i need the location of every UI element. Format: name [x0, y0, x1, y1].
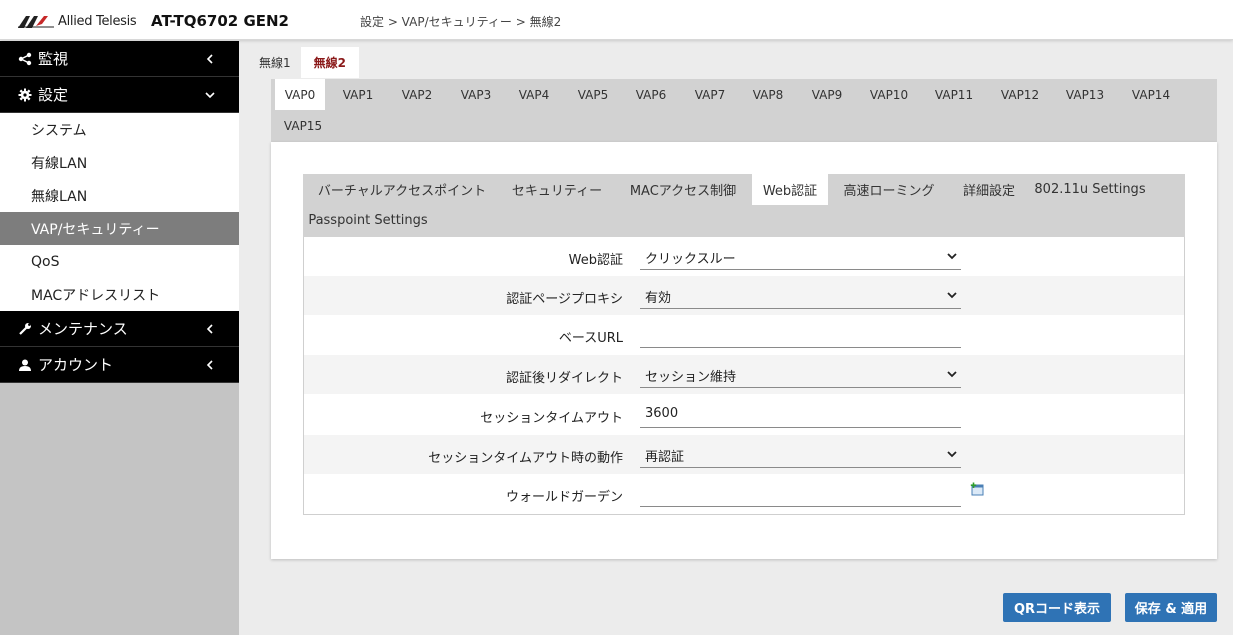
sidebar-item-maintenance[interactable]: メンテナンス: [0, 311, 239, 347]
redirect-label: 認証後リダイレクト: [505, 371, 623, 386]
tab-vap3[interactable]: VAP3: [453, 79, 499, 110]
session-timeout-input[interactable]: 3600: [640, 401, 961, 428]
tab-vap12[interactable]: VAP12: [994, 79, 1046, 110]
tab-passpoint-settings[interactable]: Passpoint Settings: [308, 205, 427, 236]
sidebar-item-label: 設定: [38, 86, 69, 104]
chevron-left-icon: [203, 358, 217, 372]
tab-vap13[interactable]: VAP13: [1059, 79, 1111, 110]
tab-vap1[interactable]: VAP1: [335, 79, 381, 110]
tab-vap9[interactable]: VAP9: [804, 79, 850, 110]
gear-icon: [16, 88, 34, 102]
tab-vap4[interactable]: VAP4: [511, 79, 557, 110]
timeout-action-value: 再認証: [645, 450, 685, 465]
tab-80211u-settings[interactable]: 802.11u Settings: [1034, 174, 1145, 205]
sidebar-item-monitor[interactable]: 監視: [0, 41, 239, 77]
sidebar: 監視 設定 システム 有線LAN 無線LAN VAP/セキュリティー QoS M…: [0, 41, 239, 635]
form-row-base-url: ベースURL: [304, 315, 1184, 354]
breadcrumb: 設定 > VAP/セキュリティー > 無線2: [360, 15, 562, 29]
tab-vap5[interactable]: VAP5: [570, 79, 616, 110]
web-auth-form: Web認証 クリックスルー 認証ページプロキシ 有効 ベースURL 認証後リダイ…: [303, 237, 1185, 515]
auth-proxy-label: 認証ページプロキシ: [506, 292, 623, 307]
radio-tabs: 無線1 無線2: [249, 47, 359, 78]
sidebar-item-label: 監視: [38, 50, 69, 68]
vap-tab-bar: VAP0 VAP1 VAP2 VAP3 VAP4 VAP5 VAP6 VAP7 …: [271, 79, 1217, 142]
tab-vap2[interactable]: VAP2: [394, 79, 440, 110]
auth-proxy-value: 有効: [645, 291, 672, 306]
chevron-down-icon: [947, 451, 957, 458]
form-row-auth-proxy: 認証ページプロキシ 有効: [304, 276, 1184, 315]
tab-advanced[interactable]: 詳細設定: [955, 174, 1023, 205]
chevron-down-icon: [947, 253, 957, 260]
tab-security[interactable]: セキュリティー: [503, 174, 611, 205]
sidebar-item-mac-address-list[interactable]: MACアドレスリスト: [0, 278, 239, 311]
tab-vap11[interactable]: VAP11: [928, 79, 980, 110]
timeout-action-select[interactable]: 再認証: [640, 441, 961, 468]
save-apply-button[interactable]: 保存 & 適用: [1125, 593, 1217, 622]
form-row-timeout-action: セッションタイムアウト時の動作 再認証: [304, 435, 1184, 474]
tab-radio2[interactable]: 無線2: [300, 47, 359, 78]
walled-garden-input[interactable]: [640, 480, 961, 507]
tab-web-auth[interactable]: Web認証: [752, 174, 828, 205]
base-url-label: ベースURL: [558, 331, 623, 346]
chevron-down-icon: [203, 88, 217, 102]
base-url-input[interactable]: [640, 321, 961, 348]
sidebar-item-vap-security[interactable]: VAP/セキュリティー: [0, 212, 239, 245]
wrench-icon: [16, 322, 34, 336]
tab-vap14[interactable]: VAP14: [1125, 79, 1177, 110]
web-auth-value: クリックスルー: [645, 252, 736, 267]
qr-code-button[interactable]: QRコード表示: [1003, 593, 1111, 622]
form-row-walled-garden: ウォールドガーデン: [304, 474, 1184, 513]
sidebar-item-system[interactable]: システム: [0, 113, 239, 146]
web-auth-select[interactable]: クリックスルー: [640, 243, 961, 270]
sidebar-item-account[interactable]: アカウント: [0, 347, 239, 383]
top-header: Allied Telesis AT-TQ6702 GEN2 設定 > VAP/セ…: [0, 0, 1233, 40]
sidebar-item-settings[interactable]: 設定: [0, 77, 239, 113]
settings-tab-bar: バーチャルアクセスポイント セキュリティー MACアクセス制御 Web認証 高速…: [303, 174, 1185, 237]
chevron-down-icon: [947, 292, 957, 299]
tab-radio1[interactable]: 無線1: [249, 47, 301, 78]
add-entry-icon[interactable]: [970, 482, 984, 496]
chevron-left-icon: [203, 52, 217, 66]
redirect-select[interactable]: セッション維持: [640, 361, 961, 388]
tab-virtual-access-point[interactable]: バーチャルアクセスポイント: [307, 174, 497, 205]
allied-telesis-logo-icon: [18, 16, 54, 28]
form-row-redirect: 認証後リダイレクト セッション維持: [304, 355, 1184, 394]
tab-mac-access-control[interactable]: MACアクセス制御: [621, 174, 745, 205]
tab-vap0[interactable]: VAP0: [275, 79, 325, 110]
walled-garden-label: ウォールドガーデン: [505, 490, 623, 505]
chevron-down-icon: [947, 371, 957, 378]
tab-vap6[interactable]: VAP6: [628, 79, 674, 110]
timeout-action-label: セッションタイムアウト時の動作: [428, 451, 623, 466]
sidebar-item-wired-lan[interactable]: 有線LAN: [0, 146, 239, 179]
share-icon: [16, 52, 34, 66]
user-icon: [16, 358, 34, 372]
tab-fast-roaming[interactable]: 高速ローミング: [835, 174, 943, 205]
device-model: AT-TQ6702 GEN2: [151, 12, 289, 30]
redirect-value: セッション維持: [645, 370, 737, 385]
tab-vap15[interactable]: VAP15: [277, 110, 329, 141]
form-row-web-auth: Web認証 クリックスルー: [304, 237, 1184, 276]
tab-vap8[interactable]: VAP8: [745, 79, 791, 110]
session-timeout-label: セッションタイムアウト: [480, 411, 623, 426]
auth-proxy-select[interactable]: 有効: [640, 282, 961, 309]
tab-vap10[interactable]: VAP10: [863, 79, 915, 110]
sidebar-item-label: アカウント: [38, 356, 114, 374]
web-auth-label: Web認証: [568, 253, 623, 268]
brand-logo: Allied Telesis: [18, 12, 137, 30]
brand-name: Allied Telesis: [58, 13, 137, 29]
tab-vap7[interactable]: VAP7: [687, 79, 733, 110]
sidebar-item-qos[interactable]: QoS: [0, 245, 239, 278]
sidebar-item-wireless-lan[interactable]: 無線LAN: [0, 179, 239, 212]
sidebar-item-label: メンテナンス: [38, 320, 128, 338]
form-row-session-timeout: セッションタイムアウト 3600: [304, 395, 1184, 434]
chevron-left-icon: [203, 322, 217, 336]
